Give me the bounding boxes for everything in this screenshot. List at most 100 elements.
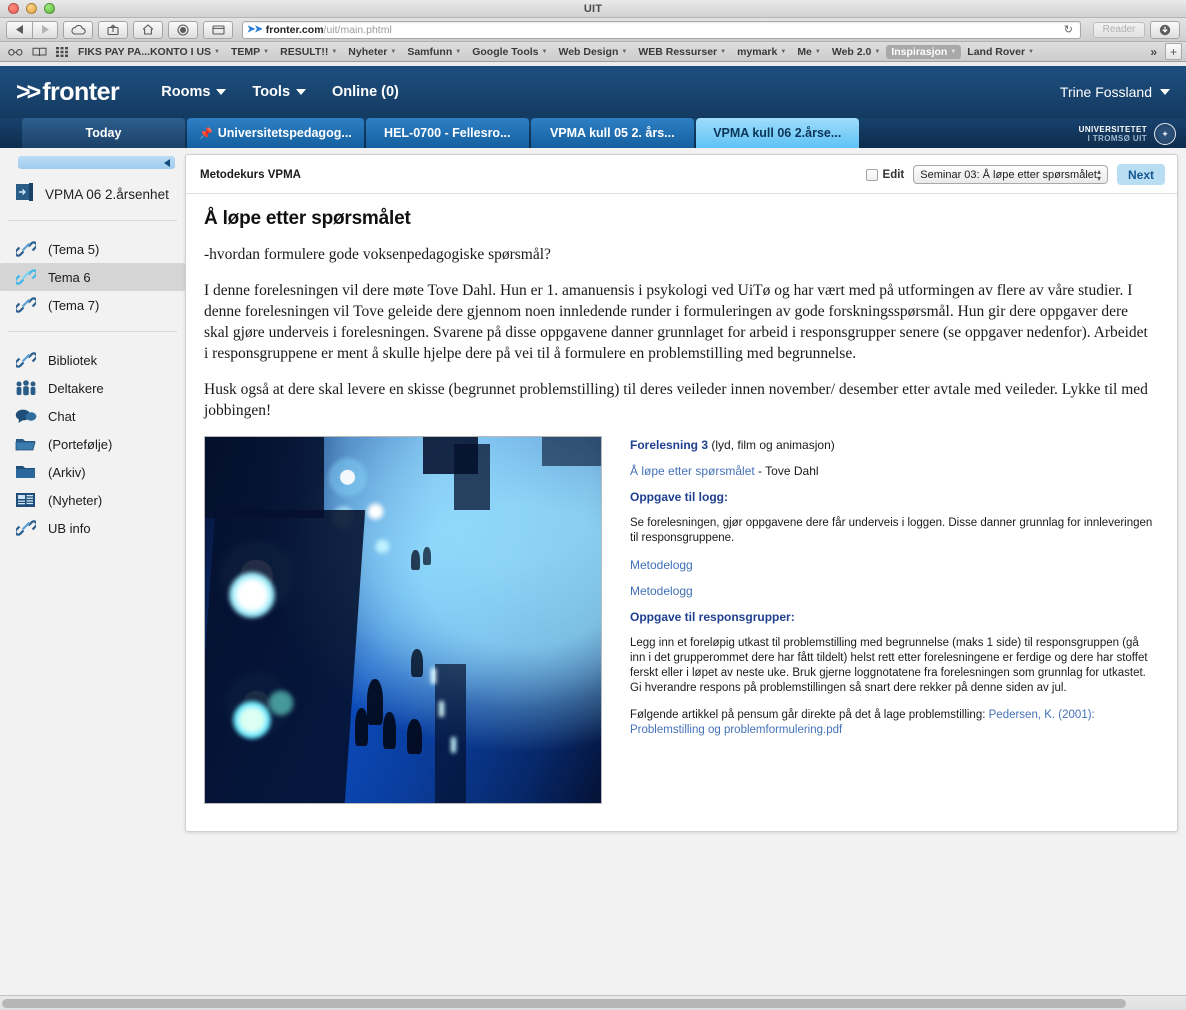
new-tab-button[interactable]: +	[1165, 43, 1182, 60]
tab-label: HEL-0700 - Fellesro...	[384, 126, 511, 140]
chat-icon	[14, 408, 38, 424]
sidebar-themes: (Tema 5) Tema 6 (Tema 7)	[0, 221, 185, 331]
sidebar-item-label: (Arkiv)	[48, 464, 86, 480]
bookmark-item[interactable]: mymark ▼	[732, 45, 791, 59]
lecture-heading-link[interactable]: Forelesning 3	[630, 438, 708, 452]
uit-line-2: I TROMSØ	[1087, 134, 1131, 143]
open-folder-icon	[14, 436, 38, 452]
share-icon[interactable]	[98, 20, 128, 39]
sidebar-item-label: UB info	[48, 520, 91, 536]
bookmark-item[interactable]: WEB Ressurser ▼	[633, 45, 731, 59]
bookmark-label: Inspirasjon	[891, 45, 948, 58]
tab-universitetspedagogikk[interactable]: 📌 Universitetspedagog...	[187, 118, 364, 148]
nav-rooms[interactable]: Rooms	[161, 84, 227, 100]
content-columns: Forelesning 3 (lyd, film og animasjon) Å…	[186, 436, 1177, 804]
sidebar-item-tema-7[interactable]: (Tema 7)	[0, 291, 185, 319]
address-bar[interactable]: ➤➤ fronter.com/uit/main.phtml ↻	[242, 20, 1081, 39]
fronter-logo[interactable]: >> fronter	[16, 78, 120, 107]
bookmark-item[interactable]: RESULT!! ▼	[275, 45, 342, 59]
article-reference: Følgende artikkel på pensum går direkte …	[630, 708, 1153, 738]
reading-glasses-icon[interactable]	[4, 48, 27, 56]
grid-icon[interactable]	[52, 46, 72, 57]
bookmark-label: RESULT!!	[280, 45, 329, 58]
bookmark-item[interactable]: Google Tools ▼	[467, 45, 552, 59]
bookmark-item[interactable]: FIKS PAY PA...KONTO I US ▼	[73, 45, 225, 59]
metodelogg-link-1[interactable]: Metodelogg	[630, 558, 1153, 572]
edit-toggle[interactable]: Edit	[865, 168, 904, 181]
bookmark-item[interactable]: Nyheter ▼	[343, 45, 401, 59]
reader-button[interactable]: Reader	[1093, 21, 1145, 38]
nav-online[interactable]: Online (0)	[332, 84, 399, 100]
sidebar-item-label: (Portefølje)	[48, 436, 113, 452]
sidebar-item-portefolje[interactable]: (Portefølje)	[0, 430, 185, 458]
metodelogg-link-2[interactable]: Metodelogg	[630, 584, 1153, 598]
sidebar-item-arkiv[interactable]: (Arkiv)	[0, 458, 185, 486]
lecture-link-row[interactable]: Å løpe etter spørsmålet - Tove Dahl	[630, 464, 1153, 478]
chevron-updown-icon: ▴ ▾	[1096, 166, 1101, 183]
tab-vpma-kull-05[interactable]: VPMA kull 05 2. års...	[530, 118, 694, 148]
sidebar-item-chat[interactable]: Chat	[0, 402, 185, 430]
logg-heading: Oppgave til logg:	[630, 490, 728, 504]
horizontal-scrollbar[interactable]	[0, 995, 1186, 1010]
reload-icon[interactable]: ↻	[1061, 23, 1076, 36]
sidebar-item-tema-5[interactable]: (Tema 5)	[0, 235, 185, 263]
chevron-down-icon	[296, 89, 307, 95]
sidebar-collapse-button[interactable]	[18, 156, 175, 169]
bookmark-item[interactable]: Web 2.0 ▼	[827, 45, 885, 59]
response-body: Legg inn et foreløpig utkast til problem…	[630, 637, 1148, 694]
page-body: VPMA 06 2.årsenhet (Tema 5) Tema 6 (Tema…	[0, 148, 1186, 928]
next-button[interactable]: Next	[1116, 164, 1165, 185]
bookmarks-overflow-button[interactable]: »	[1146, 45, 1161, 59]
bookmark-item[interactable]: Web Design ▼	[553, 45, 632, 59]
back-button[interactable]	[6, 20, 32, 39]
edit-checkbox[interactable]	[865, 168, 878, 181]
lecture-link[interactable]: Å løpe etter spørsmålet	[630, 464, 755, 478]
bookmark-item[interactable]: Land Rover ▼	[962, 45, 1039, 59]
icloud-icon[interactable]	[63, 20, 93, 39]
collapse-arrow-icon	[164, 158, 170, 167]
chevron-down-icon	[1160, 89, 1170, 95]
folder-icon	[14, 464, 38, 480]
sidebar-item-deltakere[interactable]: Deltakere	[0, 374, 185, 402]
snowy-street-night-photo	[204, 436, 602, 804]
article-paragraph: -hvordan formulere gode voksenpedagogisk…	[204, 246, 551, 263]
tab-today[interactable]: Today	[22, 118, 185, 148]
sidebar-item-bibliotek[interactable]: Bibliotek	[0, 346, 185, 374]
room-icon	[14, 181, 36, 208]
sidebar-item-room-root[interactable]: VPMA 06 2.årsenhet	[0, 169, 185, 220]
link-icon	[14, 520, 38, 536]
chevron-down-icon: ▼	[814, 48, 821, 55]
reading-list-icon[interactable]	[168, 20, 198, 39]
tab-vpma-kull-06[interactable]: VPMA kull 06 2.årse...	[695, 118, 859, 148]
bookmark-item[interactable]: Samfunn ▼	[402, 45, 466, 59]
downloads-icon[interactable]	[1150, 20, 1180, 39]
page-viewport: >> fronter Rooms Tools Online (0) Trine F…	[0, 66, 1186, 1010]
book-icon[interactable]	[28, 47, 51, 57]
tab-hel-0700[interactable]: HEL-0700 - Fellesro...	[365, 118, 529, 148]
bookmark-label: Samfunn	[407, 45, 453, 58]
forward-button[interactable]	[32, 20, 58, 39]
article-reference-intro: Følgende artikkel på pensum går direkte …	[630, 709, 989, 721]
nav-tools[interactable]: Tools	[252, 84, 307, 100]
fronter-header: >> fronter Rooms Tools Online (0) Trine F…	[0, 66, 1186, 118]
sidebar-item-nyheter[interactable]: (Nyheter)	[0, 486, 185, 514]
nav-online-label: Online (0)	[332, 84, 399, 100]
chevron-down-icon: ▼	[874, 48, 881, 55]
link-icon	[14, 241, 38, 257]
bookmark-item-inspirasjon[interactable]: Inspirasjon ▼	[886, 44, 962, 59]
home-icon[interactable]	[133, 20, 163, 39]
chevron-down-icon: ▼	[455, 48, 462, 55]
link-icon	[14, 269, 38, 285]
lecture-heading[interactable]: Forelesning 3 (lyd, film og animasjon)	[630, 438, 1153, 452]
seminar-select[interactable]: Seminar 03: Å løpe etter spørsmålet ▴ ▾	[913, 165, 1108, 184]
scrollbar-thumb[interactable]	[2, 999, 1126, 1008]
chevron-down-icon: ▼	[950, 48, 957, 55]
sidebar-item-ub-info[interactable]: UB info	[0, 514, 185, 542]
chevron-down-icon: ▼	[541, 48, 548, 55]
bookmark-item[interactable]: TEMP ▼	[226, 45, 274, 59]
content-panel: Metodekurs VPMA Edit Seminar 03: Å løpe …	[185, 154, 1178, 832]
show-tab-overview-icon[interactable]	[203, 20, 233, 39]
sidebar-item-tema-6[interactable]: Tema 6	[0, 263, 185, 291]
bookmark-item[interactable]: Me ▼	[792, 45, 826, 59]
user-menu[interactable]: Trine Fossland	[1060, 84, 1170, 100]
